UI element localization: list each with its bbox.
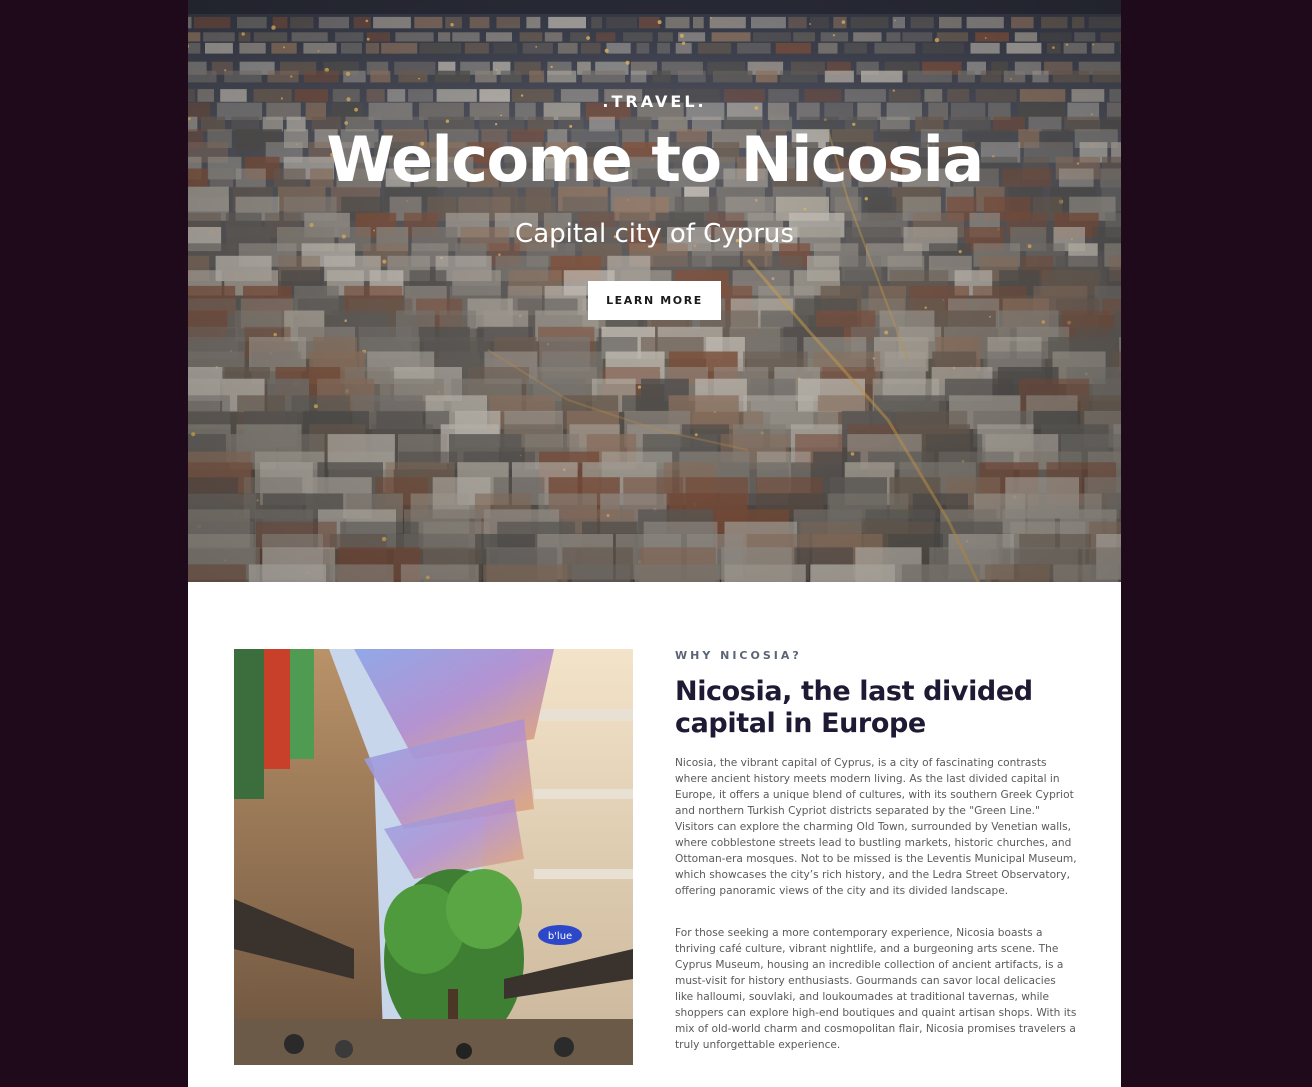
hero-eyebrow: .TRAVEL. xyxy=(602,92,707,111)
learn-more-button[interactable]: LEARN MORE xyxy=(588,281,721,320)
section-paragraph: Nicosia, the vibrant capital of Cyprus, … xyxy=(675,757,1077,897)
street-illustration: b'lue xyxy=(234,649,633,1065)
hero-title: Welcome to Nicosia xyxy=(326,123,984,196)
hero-subtitle: Capital city of Cyprus xyxy=(515,219,794,249)
nicosia-street-photo: b'lue xyxy=(234,649,633,1065)
page-content: .TRAVEL. Welcome to Nicosia Capital city… xyxy=(188,0,1121,1087)
blue-sign-text: b'lue xyxy=(548,931,572,942)
section-paragraph: For those seeking a more contemporary ex… xyxy=(675,927,1077,1051)
section-heading: Nicosia, the last divided capital in Eur… xyxy=(675,676,1033,739)
hero-section: .TRAVEL. Welcome to Nicosia Capital city… xyxy=(188,0,1121,582)
section-eyebrow: WHY NICOSIA? xyxy=(675,649,802,662)
